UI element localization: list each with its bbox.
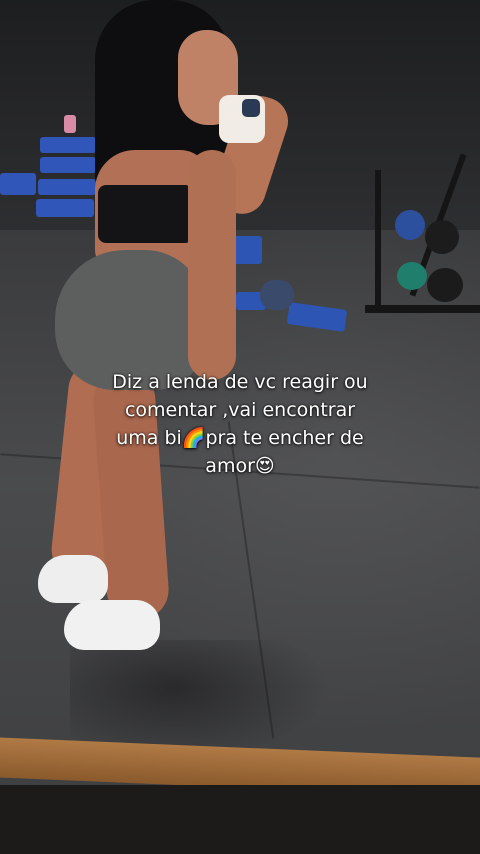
sports-top [98, 185, 193, 243]
phone-camera-icon [242, 99, 260, 117]
below-frame [0, 785, 480, 854]
caption-line: comentar ,vai encontrar [124, 399, 356, 421]
caption-line: uma bi🌈pra te encher de [116, 427, 364, 449]
sneaker [38, 555, 108, 603]
caption-line: amor😍 [205, 455, 275, 477]
sneaker [64, 600, 160, 650]
photo-scene: Diz a lenda de vc reagir ou comentar ,va… [0, 0, 480, 854]
side-arm [188, 150, 236, 380]
caption-line: Diz a lenda de vc reagir ou [112, 371, 368, 393]
caption-text: Diz a lenda de vc reagir ou comentar ,va… [60, 368, 420, 480]
